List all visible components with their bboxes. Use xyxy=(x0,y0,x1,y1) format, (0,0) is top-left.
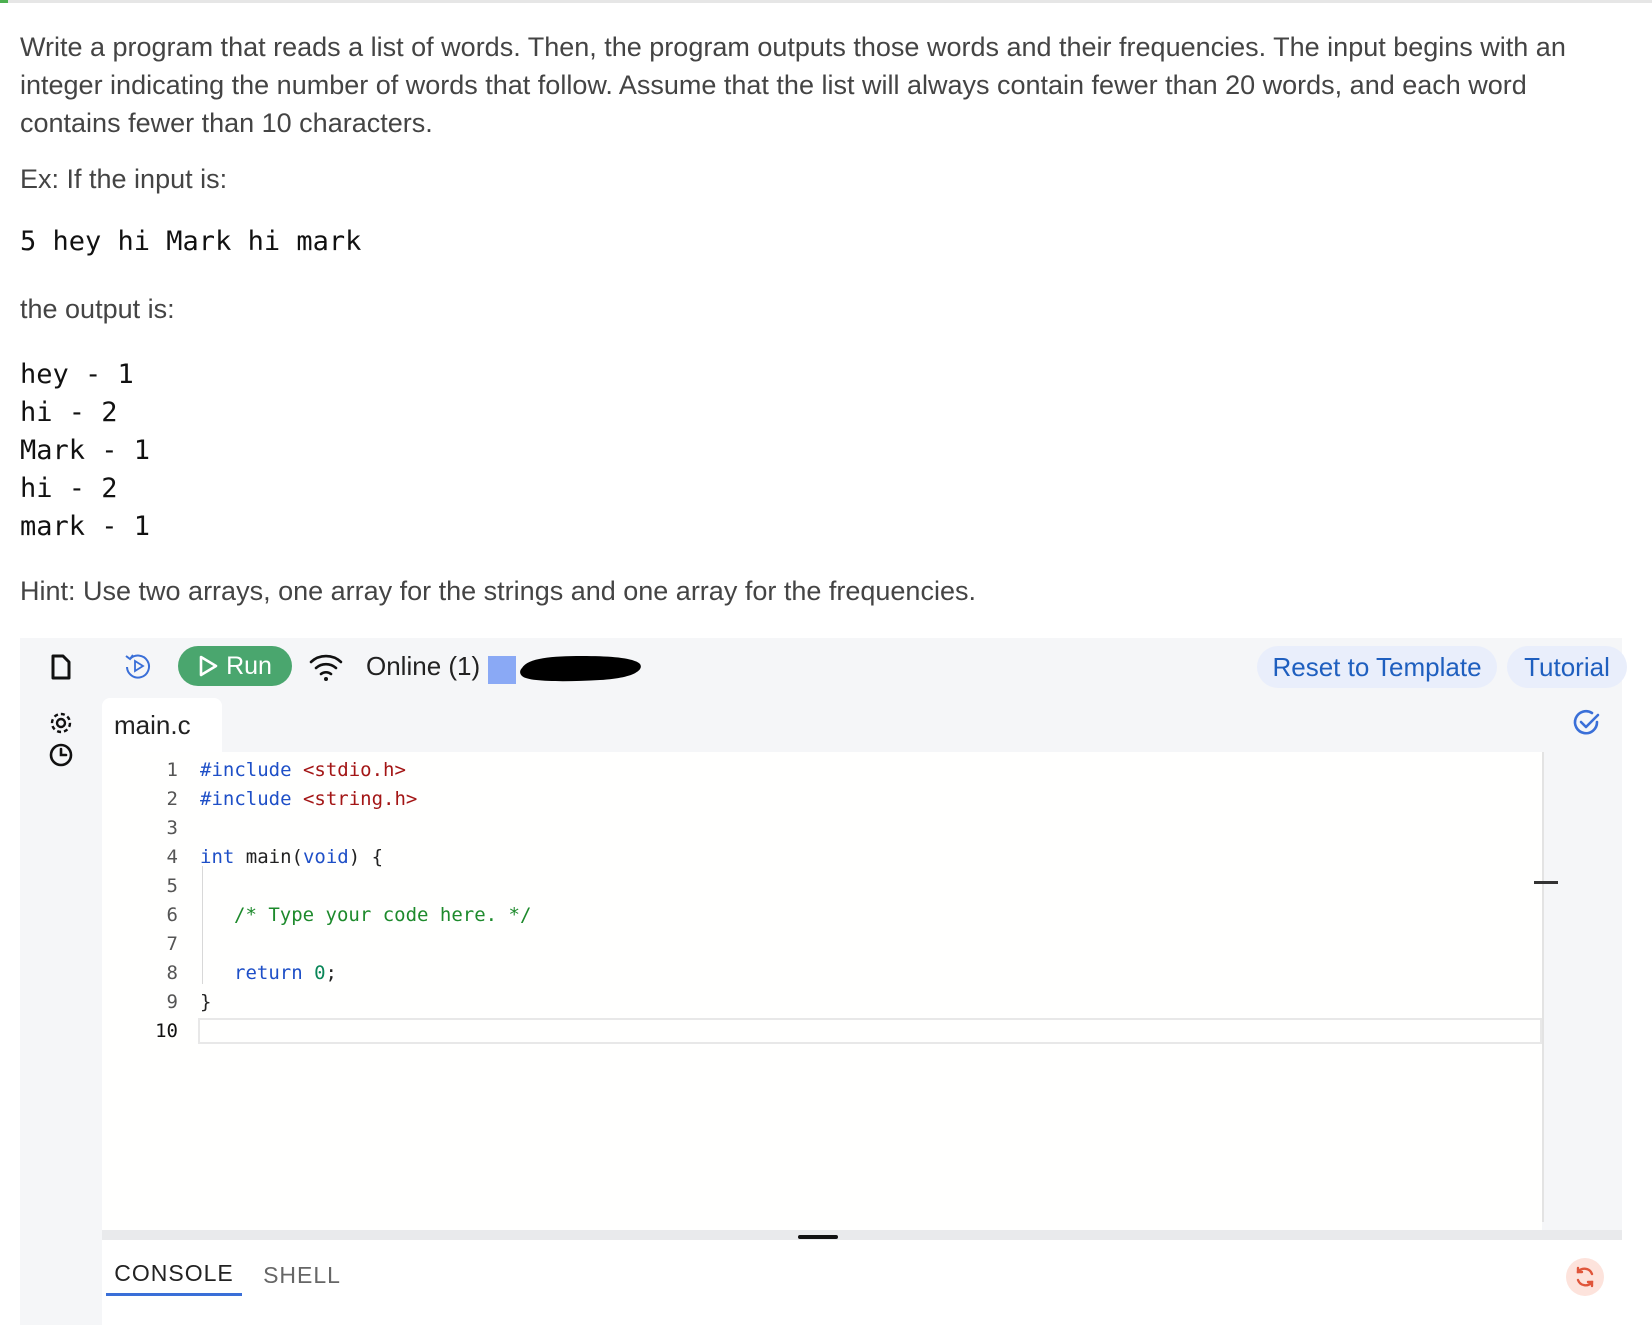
output-line: hi - 2 xyxy=(20,397,118,428)
line-number: 4 xyxy=(166,846,178,868)
line-number: 7 xyxy=(166,933,178,955)
line-number: 6 xyxy=(166,904,178,926)
line-number: 1 xyxy=(166,759,178,781)
settings-gear-icon[interactable] xyxy=(46,708,76,738)
code-line: int main(void) { xyxy=(200,846,384,868)
current-line-highlight xyxy=(198,1018,1542,1044)
clock-icon[interactable] xyxy=(46,740,76,770)
indent-guide xyxy=(202,866,203,984)
tutorial-button[interactable]: Tutorial xyxy=(1507,646,1627,688)
online-status: Online (1) xyxy=(366,651,481,681)
output-line: mark - 1 xyxy=(20,511,151,542)
line-number: 10 xyxy=(155,1020,178,1042)
code-line: } xyxy=(200,991,212,1013)
code-line: #include <string.h> xyxy=(200,788,418,810)
file-tab-main-c[interactable]: main.c xyxy=(102,698,222,752)
example-label: Ex: If the input is: xyxy=(20,164,228,194)
line-number: 8 xyxy=(166,962,178,984)
code-editor[interactable]: 1 2 3 4 5 6 7 8 9 10 #include <stdio.h> … xyxy=(102,752,1542,1230)
panel-resize-divider[interactable] xyxy=(102,1230,1622,1240)
code-line: /* Type your code here. */ xyxy=(234,904,532,926)
refresh-icon[interactable] xyxy=(1566,1258,1604,1296)
line-number: 3 xyxy=(166,817,178,839)
run-button[interactable]: Run xyxy=(178,646,292,686)
file-icon[interactable] xyxy=(46,652,76,682)
reset-to-template-button[interactable]: Reset to Template xyxy=(1257,646,1497,688)
hint-text: Hint: Use two arrays, one array for the … xyxy=(20,576,976,606)
line-number: 2 xyxy=(166,788,178,810)
tab-shell[interactable]: SHELL xyxy=(252,1254,352,1296)
code-line: #include <stdio.h> xyxy=(200,759,406,781)
play-icon xyxy=(199,655,218,677)
output-line: hi - 2 xyxy=(20,473,118,504)
example-output: hey - 1 hi - 2 Mark - 1 hi - 2 mark - 1 xyxy=(20,356,150,546)
problem-description: Write a program that reads a list of wor… xyxy=(20,28,1620,142)
run-label: Run xyxy=(226,651,272,680)
problem-paragraph: Write a program that reads a list of wor… xyxy=(20,32,1566,138)
example-input: 5 hey hi Mark hi mark xyxy=(20,226,362,257)
top-progress-line xyxy=(0,0,1652,3)
wifi-icon xyxy=(308,650,344,682)
history-icon[interactable] xyxy=(122,650,154,682)
output-line: Mark - 1 xyxy=(20,435,151,466)
user-color-badge xyxy=(488,656,516,684)
redacted-name xyxy=(518,648,646,686)
ide-toolbar: Run Online (1) Reset to Template Tutoria… xyxy=(102,638,1627,694)
output-line: hey - 1 xyxy=(20,359,134,390)
file-tab-bar: main.c xyxy=(102,694,1622,752)
console-tabs: CONSOLE SHELL xyxy=(102,1240,1622,1325)
output-label: the output is: xyxy=(20,294,175,324)
editor-scrollbar[interactable] xyxy=(1542,752,1544,1222)
resize-handle[interactable] xyxy=(798,1235,838,1239)
check-circle-icon[interactable] xyxy=(1572,708,1602,738)
ide-panel: Run Online (1) Reset to Template Tutoria… xyxy=(20,638,1627,1325)
tab-console[interactable]: CONSOLE xyxy=(106,1254,242,1296)
line-number: 9 xyxy=(166,991,178,1013)
code-line: return 0; xyxy=(234,962,337,984)
scrollbar-marker xyxy=(1534,881,1558,884)
line-number: 5 xyxy=(166,875,178,897)
